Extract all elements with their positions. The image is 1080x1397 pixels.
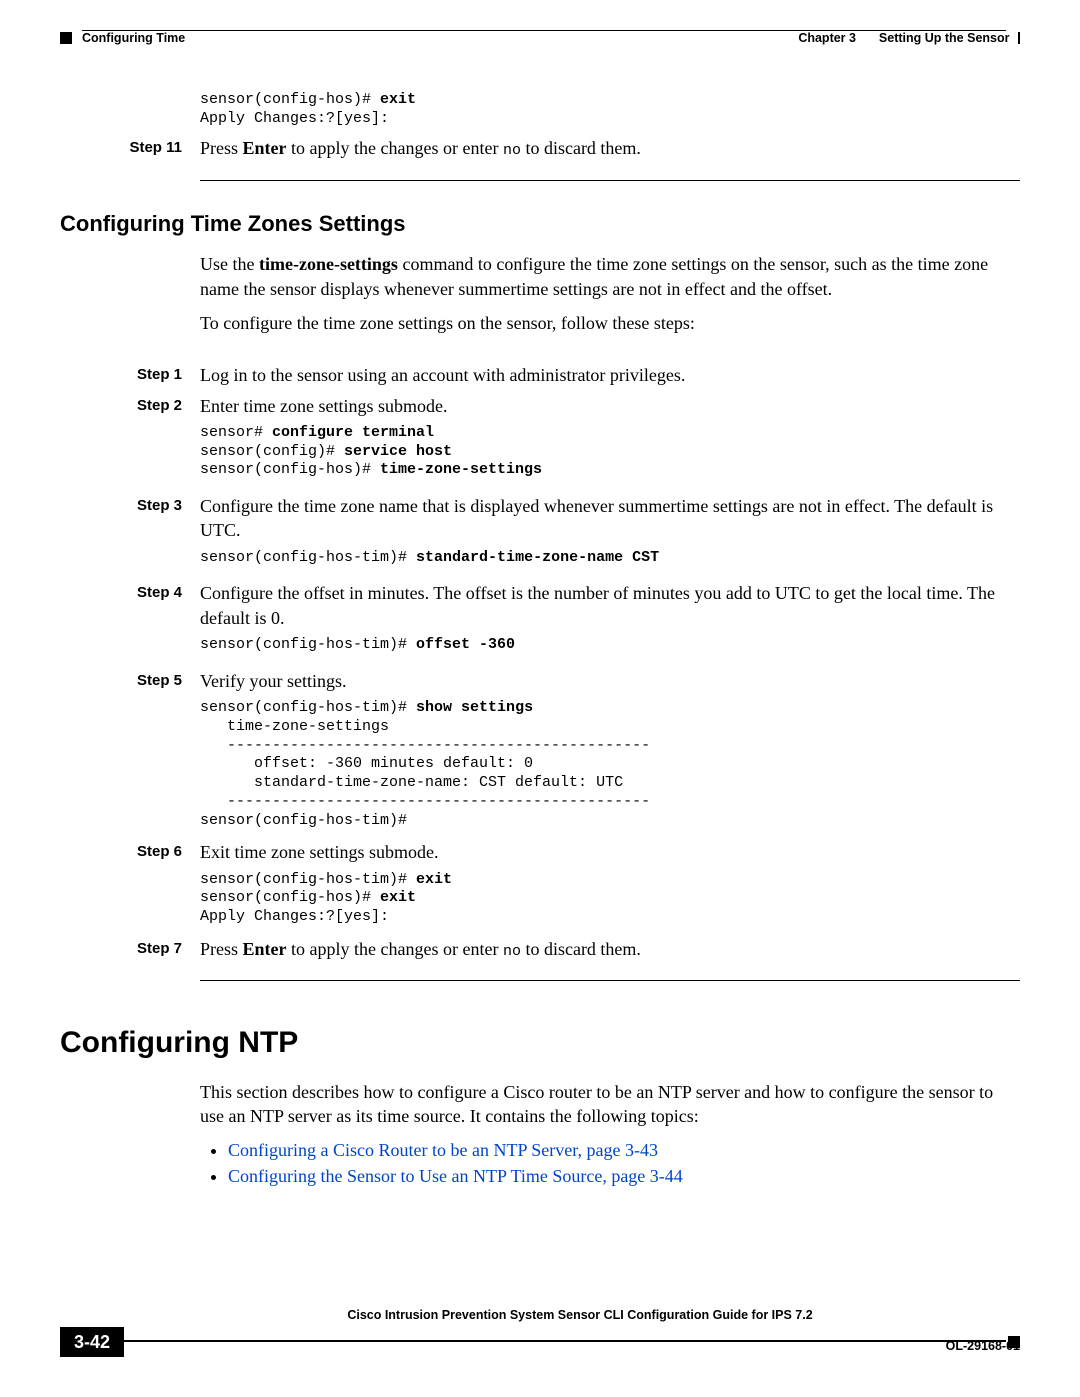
- header-bar-icon: [1018, 32, 1021, 44]
- header-square-icon: [60, 32, 72, 44]
- code-prompt: sensor(config-hos)#: [200, 91, 380, 108]
- step-text: Press: [200, 939, 243, 959]
- tz-step-7: Step 7 Press Enter to apply the changes …: [60, 937, 1020, 962]
- inline-bold: Enter: [243, 939, 287, 959]
- footer-book-title: Cisco Intrusion Prevention System Sensor…: [140, 1307, 1020, 1324]
- inline-mono: no: [503, 142, 521, 159]
- step-11: Step 11 Press Enter to apply the changes…: [60, 136, 1020, 161]
- running-footer: Cisco Intrusion Prevention System Sensor…: [60, 1307, 1020, 1357]
- code-cmd: show settings: [416, 699, 533, 716]
- xref-link-ntp-router[interactable]: Configuring a Cisco Router to be an NTP …: [228, 1140, 658, 1160]
- step-label: Step 5: [60, 669, 200, 831]
- step-text: Verify your settings.: [200, 669, 1020, 693]
- step-text: Press: [200, 138, 243, 158]
- code-cmd: offset -360: [416, 636, 515, 653]
- step-text: to discard them.: [521, 138, 641, 158]
- code-prompt: sensor(config)#: [200, 443, 344, 460]
- section-divider: [200, 180, 1020, 181]
- step-text: Exit time zone settings submode.: [200, 840, 1020, 864]
- header-chapter-title: Setting Up the Sensor: [879, 30, 1010, 47]
- tz-step-4: Step 4 Configure the offset in minutes. …: [60, 581, 1020, 654]
- list-item: Configuring a Cisco Router to be an NTP …: [228, 1138, 1020, 1162]
- step-text: to discard them.: [521, 939, 641, 959]
- step-label: Step 1: [60, 363, 200, 387]
- code-prompt: sensor(config-hos)#: [200, 461, 380, 478]
- tz-para-1: Use the time-zone-settings command to co…: [200, 252, 1020, 301]
- heading-tz-settings: Configuring Time Zones Settings: [60, 209, 1020, 239]
- code-cmd: exit: [380, 91, 416, 108]
- code-prompt: sensor(config-hos-tim)#: [200, 699, 416, 716]
- code-prompt: Apply Changes:?[yes]:: [200, 908, 389, 925]
- tz-step-5: Step 5 Verify your settings. sensor(conf…: [60, 669, 1020, 831]
- code-cmd: standard-time-zone-name CST: [416, 549, 659, 566]
- inline-bold: Enter: [243, 138, 287, 158]
- ntp-para: This section describes how to configure …: [200, 1080, 1020, 1129]
- step-label: Step 11: [60, 136, 200, 161]
- carryover-code: sensor(config-hos)# exit Apply Changes:?…: [200, 91, 1020, 129]
- step-label: Step 4: [60, 581, 200, 654]
- step-label: Step 6: [60, 840, 200, 927]
- code-cmd: service host: [344, 443, 452, 460]
- tz-step-6: Step 6 Exit time zone settings submode. …: [60, 840, 1020, 927]
- page-number-badge: 3-42: [60, 1327, 124, 1357]
- code-prompt: Apply Changes:?[yes]:: [200, 110, 389, 127]
- step-text: Log in to the sensor using an account wi…: [200, 365, 685, 385]
- code-prompt: sensor(config-hos)#: [200, 889, 380, 906]
- code-cmd: time-zone-settings: [380, 461, 542, 478]
- step-label: Step 2: [60, 394, 200, 481]
- header-section: Configuring Time: [82, 30, 185, 47]
- step-label: Step 7: [60, 937, 200, 962]
- code-prompt: sensor(config-hos-tim)#: [200, 636, 416, 653]
- tz-step-2: Step 2 Enter time zone settings submode.…: [60, 394, 1020, 481]
- step-text: Configure the time zone name that is dis…: [200, 494, 1020, 543]
- code-output: time-zone-settings ---------------------…: [200, 718, 1020, 831]
- code-cmd: exit: [380, 889, 416, 906]
- code-cmd: exit: [416, 871, 452, 888]
- step-text: to apply the changes or enter: [287, 939, 503, 959]
- header-chapter-label: Chapter 3: [798, 30, 856, 47]
- inline-mono: no: [503, 943, 521, 960]
- section-divider: [200, 980, 1020, 981]
- step-text: Enter time zone settings submode.: [200, 394, 1020, 418]
- doc-number: OL-29168-01: [946, 1338, 1020, 1355]
- tz-step-3: Step 3 Configure the time zone name that…: [60, 494, 1020, 567]
- step-text: to apply the changes or enter: [287, 138, 503, 158]
- step-text: Configure the offset in minutes. The off…: [200, 581, 1020, 630]
- tz-para-2: To configure the time zone settings on t…: [200, 311, 1020, 335]
- code-cmd: configure terminal: [272, 424, 434, 441]
- heading-ntp: Configuring NTP: [60, 1023, 1020, 1064]
- page: Configuring Time Chapter 3 Setting Up th…: [0, 0, 1080, 1397]
- code-prompt: sensor(config-hos-tim)#: [200, 871, 416, 888]
- step-label: Step 3: [60, 494, 200, 567]
- code-prompt: sensor#: [200, 424, 272, 441]
- tz-step-1: Step 1 Log in to the sensor using an acc…: [60, 363, 1020, 387]
- xref-link-ntp-sensor[interactable]: Configuring the Sensor to Use an NTP Tim…: [228, 1166, 683, 1186]
- list-item: Configuring the Sensor to Use an NTP Tim…: [228, 1164, 1020, 1188]
- code-prompt: sensor(config-hos-tim)#: [200, 549, 416, 566]
- ntp-topic-list: Configuring a Cisco Router to be an NTP …: [200, 1138, 1020, 1189]
